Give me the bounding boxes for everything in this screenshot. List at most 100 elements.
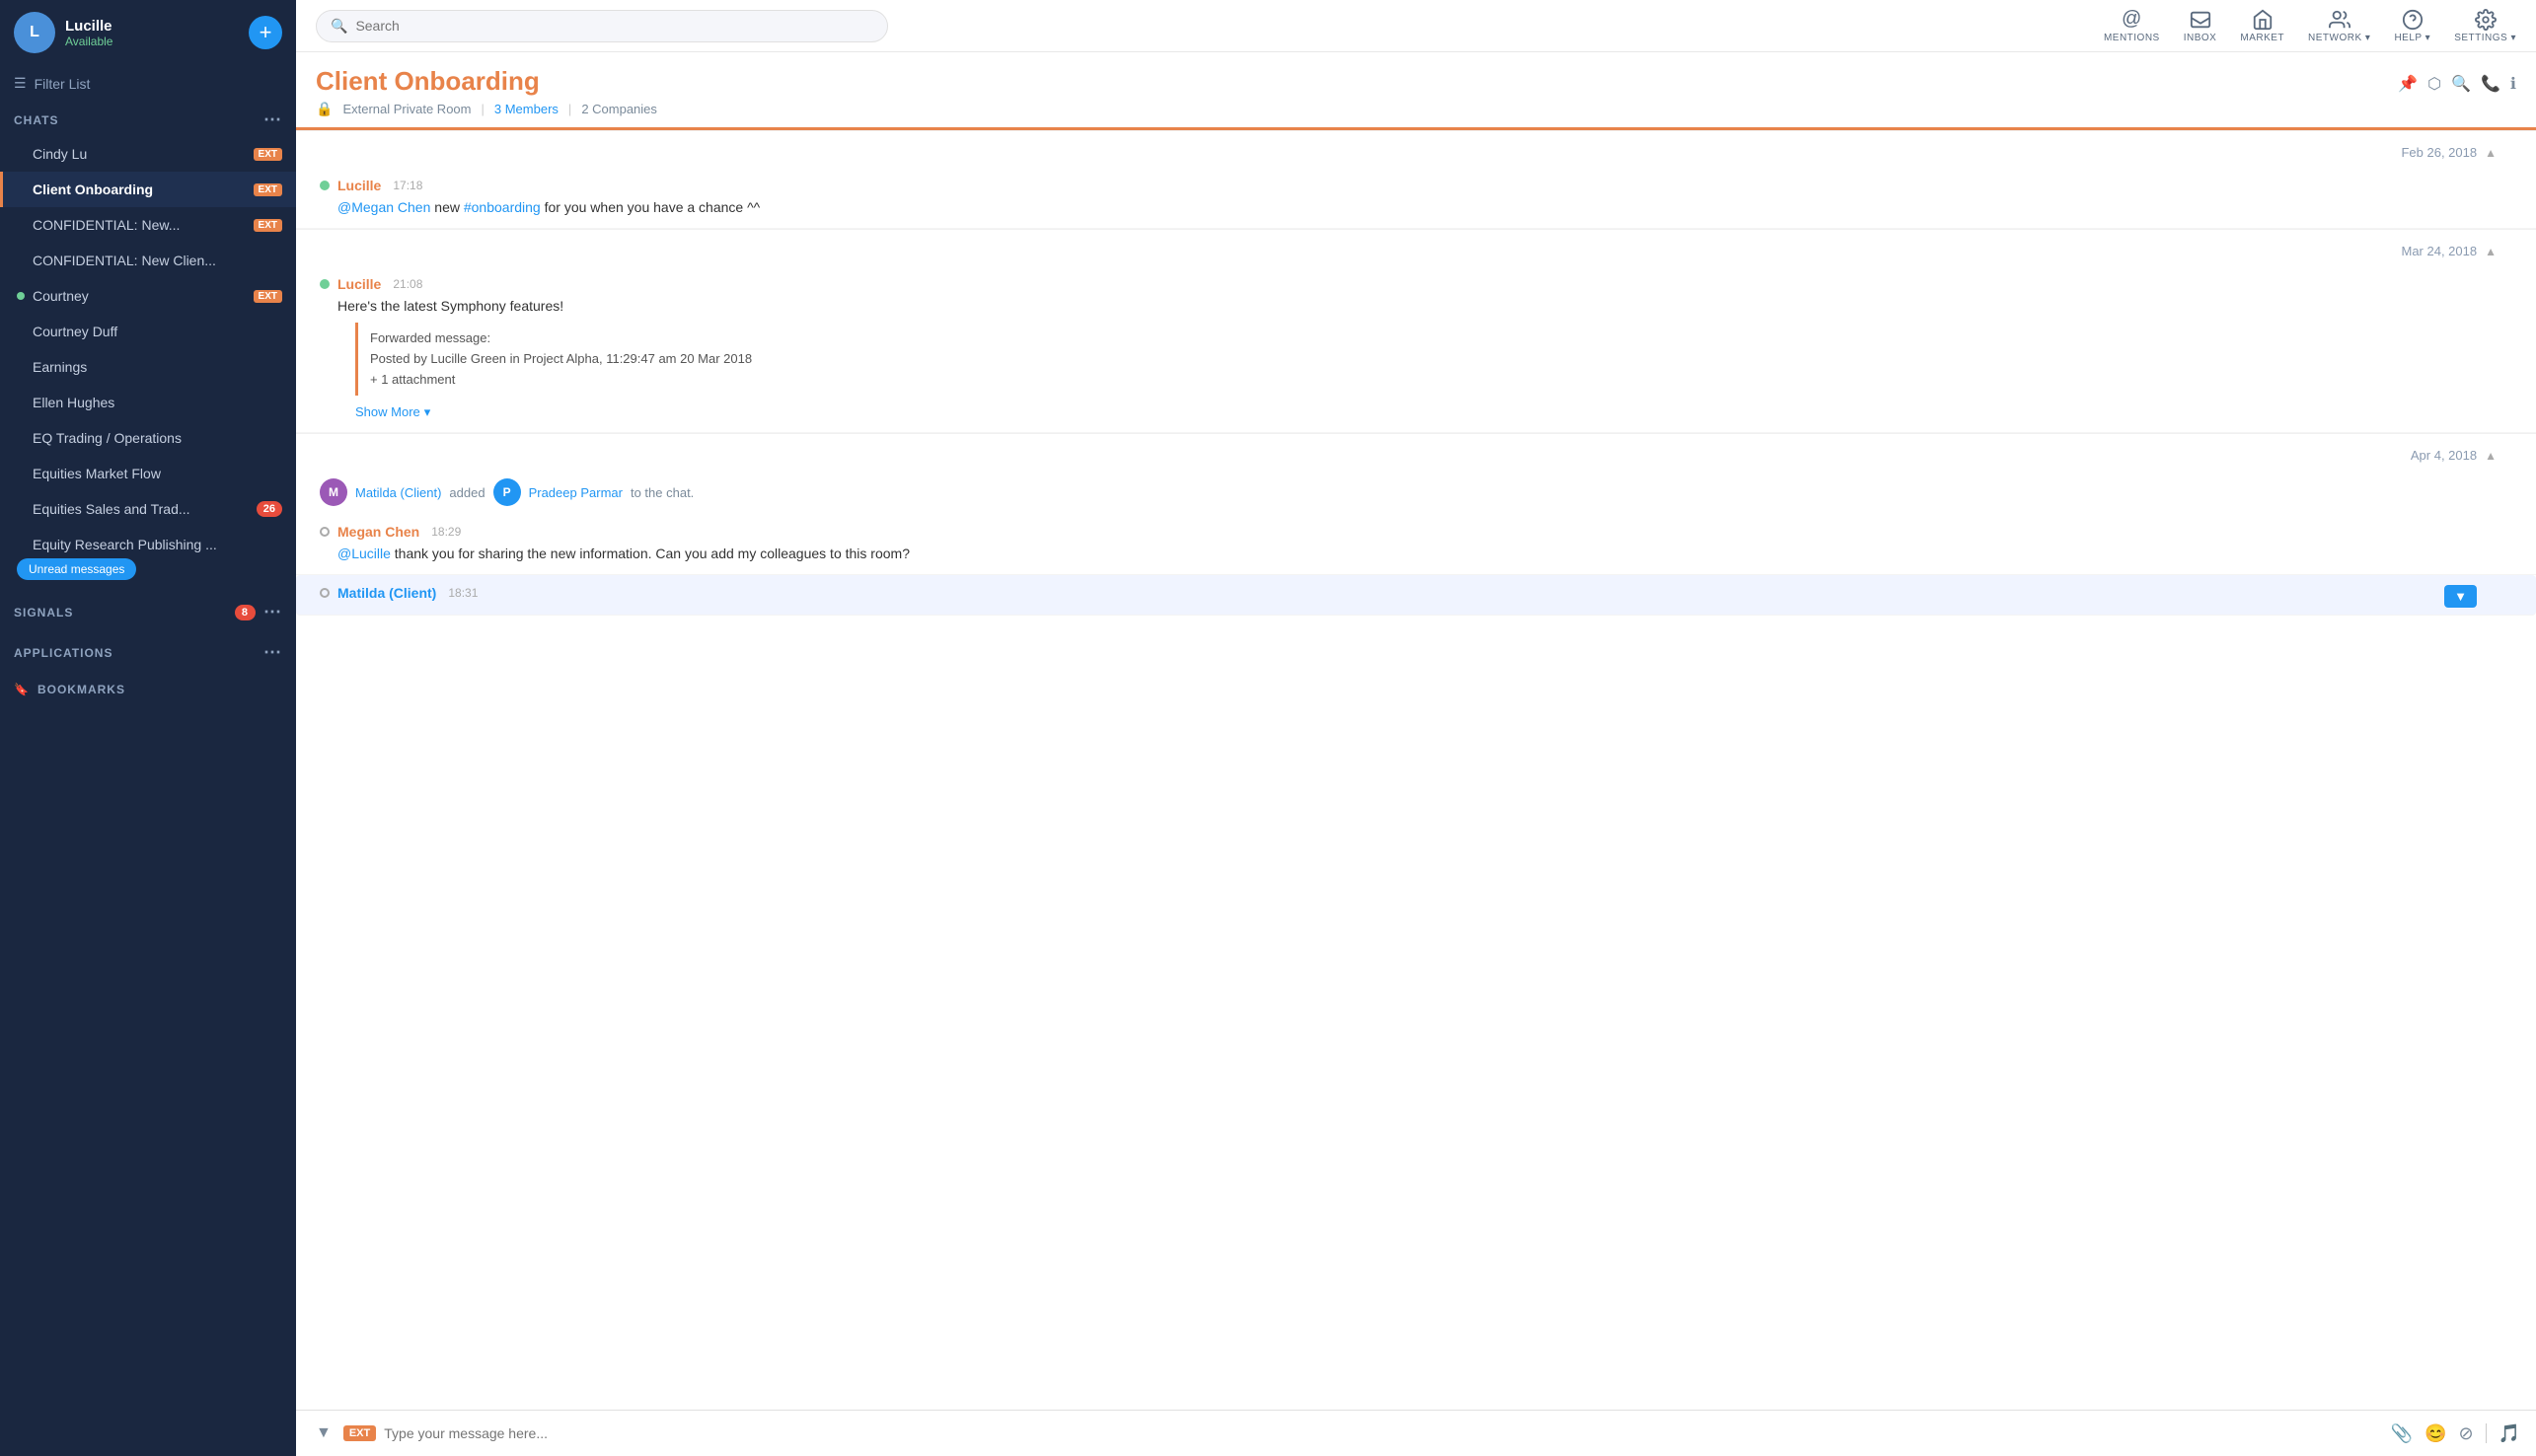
network-nav-item[interactable]: NETWORK ▾ bbox=[2308, 9, 2370, 43]
emoji-icon[interactable]: 😊 bbox=[2424, 1423, 2446, 1444]
signals-label: SIGNALS bbox=[14, 606, 73, 619]
date-label: Apr 4, 2018 bbox=[2411, 448, 2477, 463]
sidebar-item-eq-trading[interactable]: EQ Trading / Operations bbox=[0, 420, 296, 456]
popup-button[interactable]: ⬡ bbox=[2427, 74, 2441, 94]
status-dot bbox=[17, 150, 25, 158]
inbox-label: INBOX bbox=[2184, 33, 2217, 43]
date-divider-feb: Feb 26, 2018 ▲ bbox=[296, 130, 2536, 168]
message-group-5: Matilda (Client) 18:31 ▼ bbox=[296, 575, 2536, 616]
status-dot bbox=[17, 399, 25, 406]
status-dot bbox=[17, 185, 25, 193]
chevron-down-icon: ▾ bbox=[424, 402, 431, 422]
matilda-avatar: M bbox=[320, 478, 347, 506]
message-group-2: Lucille 21:08 Here's the latest Symphony… bbox=[296, 266, 2536, 433]
market-label: MARKET bbox=[2240, 33, 2284, 43]
date-label: Feb 26, 2018 bbox=[2401, 145, 2477, 160]
chats-menu-icon[interactable]: ⋯ bbox=[263, 109, 282, 130]
market-nav-item[interactable]: MARKET bbox=[2240, 9, 2284, 43]
message-sender: Megan Chen 18:29 bbox=[320, 524, 2487, 540]
members-link[interactable]: 3 Members bbox=[494, 102, 559, 116]
message-text: @Megan Chen new #onboarding for you when… bbox=[320, 197, 2487, 218]
chats-section-header: CHATS ⋯ bbox=[0, 102, 296, 136]
top-nav: 🔍 @ MENTIONS INBOX MARKET bbox=[296, 0, 2536, 52]
sidebar-item-ellen-hughes[interactable]: Ellen Hughes bbox=[0, 385, 296, 420]
message-time: 18:29 bbox=[431, 525, 461, 539]
sender-status-dot-offline bbox=[320, 588, 330, 598]
info-button[interactable]: ℹ bbox=[2510, 74, 2516, 94]
sidebar-item-equities-sales[interactable]: Equities Sales and Trad... 26 bbox=[0, 491, 296, 527]
status-dot-online bbox=[17, 292, 25, 300]
mention: @Megan Chen bbox=[337, 199, 430, 215]
input-icons: 📎 😊 ⊘ 🎵 bbox=[2391, 1423, 2520, 1444]
chat-item-label: Courtney Duff bbox=[33, 324, 282, 339]
separator2: | bbox=[568, 102, 571, 116]
sidebar-scroll: CHATS ⋯ Cindy Lu EXT Client Onboarding E… bbox=[0, 102, 296, 1456]
attachment-icon[interactable]: 📎 bbox=[2391, 1423, 2413, 1444]
status-dot bbox=[17, 541, 25, 548]
sidebar-item-equities-market-flow[interactable]: Equities Market Flow bbox=[0, 456, 296, 491]
collapse-button[interactable]: ▼ bbox=[312, 1420, 336, 1446]
sidebar-item-client-onboarding[interactable]: Client Onboarding EXT bbox=[0, 172, 296, 207]
status-dot bbox=[17, 328, 25, 335]
chat-item-label: Courtney bbox=[33, 288, 246, 304]
mentions-nav-item[interactable]: @ MENTIONS bbox=[2104, 8, 2160, 43]
sidebar-item-earnings[interactable]: Earnings bbox=[0, 349, 296, 385]
input-divider bbox=[2486, 1423, 2487, 1443]
sidebar-item-confidential-2[interactable]: CONFIDENTIAL: New Clien... bbox=[0, 243, 296, 278]
room-type: External Private Room bbox=[342, 102, 471, 116]
message-time: 18:31 bbox=[448, 586, 478, 600]
filter-bar[interactable]: ☰ Filter List bbox=[0, 65, 296, 102]
pradeep-link[interactable]: Pradeep Parmar bbox=[529, 485, 623, 500]
inbox-nav-item[interactable]: INBOX bbox=[2184, 9, 2217, 43]
message-sender: Matilda (Client) 18:31 bbox=[320, 585, 2512, 601]
call-button[interactable]: 📞 bbox=[2481, 74, 2500, 94]
user-status: Available bbox=[65, 35, 239, 48]
chat-item-label: Earnings bbox=[33, 359, 282, 375]
text-part: for you when you have a chance ^^ bbox=[545, 199, 761, 215]
status-dot bbox=[17, 434, 25, 442]
sidebar-item-cindy-lu[interactable]: Cindy Lu EXT bbox=[0, 136, 296, 172]
collapse-date-icon[interactable]: ▲ bbox=[2485, 245, 2497, 258]
applications-menu-icon[interactable]: ⋯ bbox=[263, 642, 282, 663]
message-input[interactable] bbox=[384, 1425, 2382, 1441]
sidebar-item-equity-research[interactable]: Equity Research Publishing ... Unread me… bbox=[0, 527, 296, 562]
sidebar: L Lucille Available + ☰ Filter List CHAT… bbox=[0, 0, 296, 1456]
search-bar[interactable]: 🔍 bbox=[316, 10, 888, 42]
sender-name: Lucille bbox=[337, 178, 381, 193]
collapse-date-icon[interactable]: ▲ bbox=[2485, 449, 2497, 463]
search-icon: 🔍 bbox=[331, 18, 347, 35]
matilda-link[interactable]: Matilda (Client) bbox=[355, 485, 441, 500]
help-icon bbox=[2402, 9, 2424, 31]
chat-item-label: Equities Sales and Trad... bbox=[33, 501, 249, 517]
pin-button[interactable]: 📌 bbox=[2398, 74, 2418, 94]
message-dropdown-button[interactable]: ▼ bbox=[2444, 585, 2477, 608]
search-chat-button[interactable]: 🔍 bbox=[2451, 74, 2471, 94]
help-nav-item[interactable]: HELP ▾ bbox=[2394, 9, 2430, 43]
collapse-date-icon[interactable]: ▲ bbox=[2485, 146, 2497, 160]
sidebar-item-confidential-1[interactable]: CONFIDENTIAL: New... EXT bbox=[0, 207, 296, 243]
show-more-link[interactable]: Show More ▾ bbox=[355, 402, 430, 422]
message-sender: Lucille 17:18 bbox=[320, 178, 2487, 193]
sender-status-dot bbox=[320, 181, 330, 190]
search-input[interactable] bbox=[355, 18, 873, 34]
chat-item-label: Ellen Hughes bbox=[33, 395, 282, 410]
settings-label: SETTINGS ▾ bbox=[2454, 33, 2516, 43]
clear-icon[interactable]: ⊘ bbox=[2458, 1423, 2473, 1444]
settings-nav-item[interactable]: SETTINGS ▾ bbox=[2454, 9, 2516, 43]
forwarded-label: Forwarded message: bbox=[370, 328, 2475, 349]
sender-status-dot bbox=[320, 279, 330, 289]
settings-icon bbox=[2475, 9, 2497, 31]
lock-icon: 🔒 bbox=[316, 101, 333, 117]
sidebar-item-courtney[interactable]: Courtney EXT bbox=[0, 278, 296, 314]
chats-label: CHATS bbox=[14, 113, 58, 127]
show-more-label: Show More bbox=[355, 402, 420, 422]
messages-area: Feb 26, 2018 ▲ Lucille 17:18 @Megan Chen… bbox=[296, 130, 2536, 1410]
inbox-icon bbox=[2190, 9, 2211, 31]
music-icon[interactable]: 🎵 bbox=[2499, 1423, 2520, 1444]
mentions-label: MENTIONS bbox=[2104, 33, 2160, 43]
signals-menu-icon[interactable]: ⋯ bbox=[263, 602, 282, 622]
nav-icons: @ MENTIONS INBOX MARKET NETWORK ▾ bbox=[2104, 8, 2516, 43]
signals-section: SIGNALS 8 ⋯ bbox=[0, 592, 296, 632]
sidebar-item-courtney-duff[interactable]: Courtney Duff bbox=[0, 314, 296, 349]
add-button[interactable]: + bbox=[249, 16, 282, 49]
